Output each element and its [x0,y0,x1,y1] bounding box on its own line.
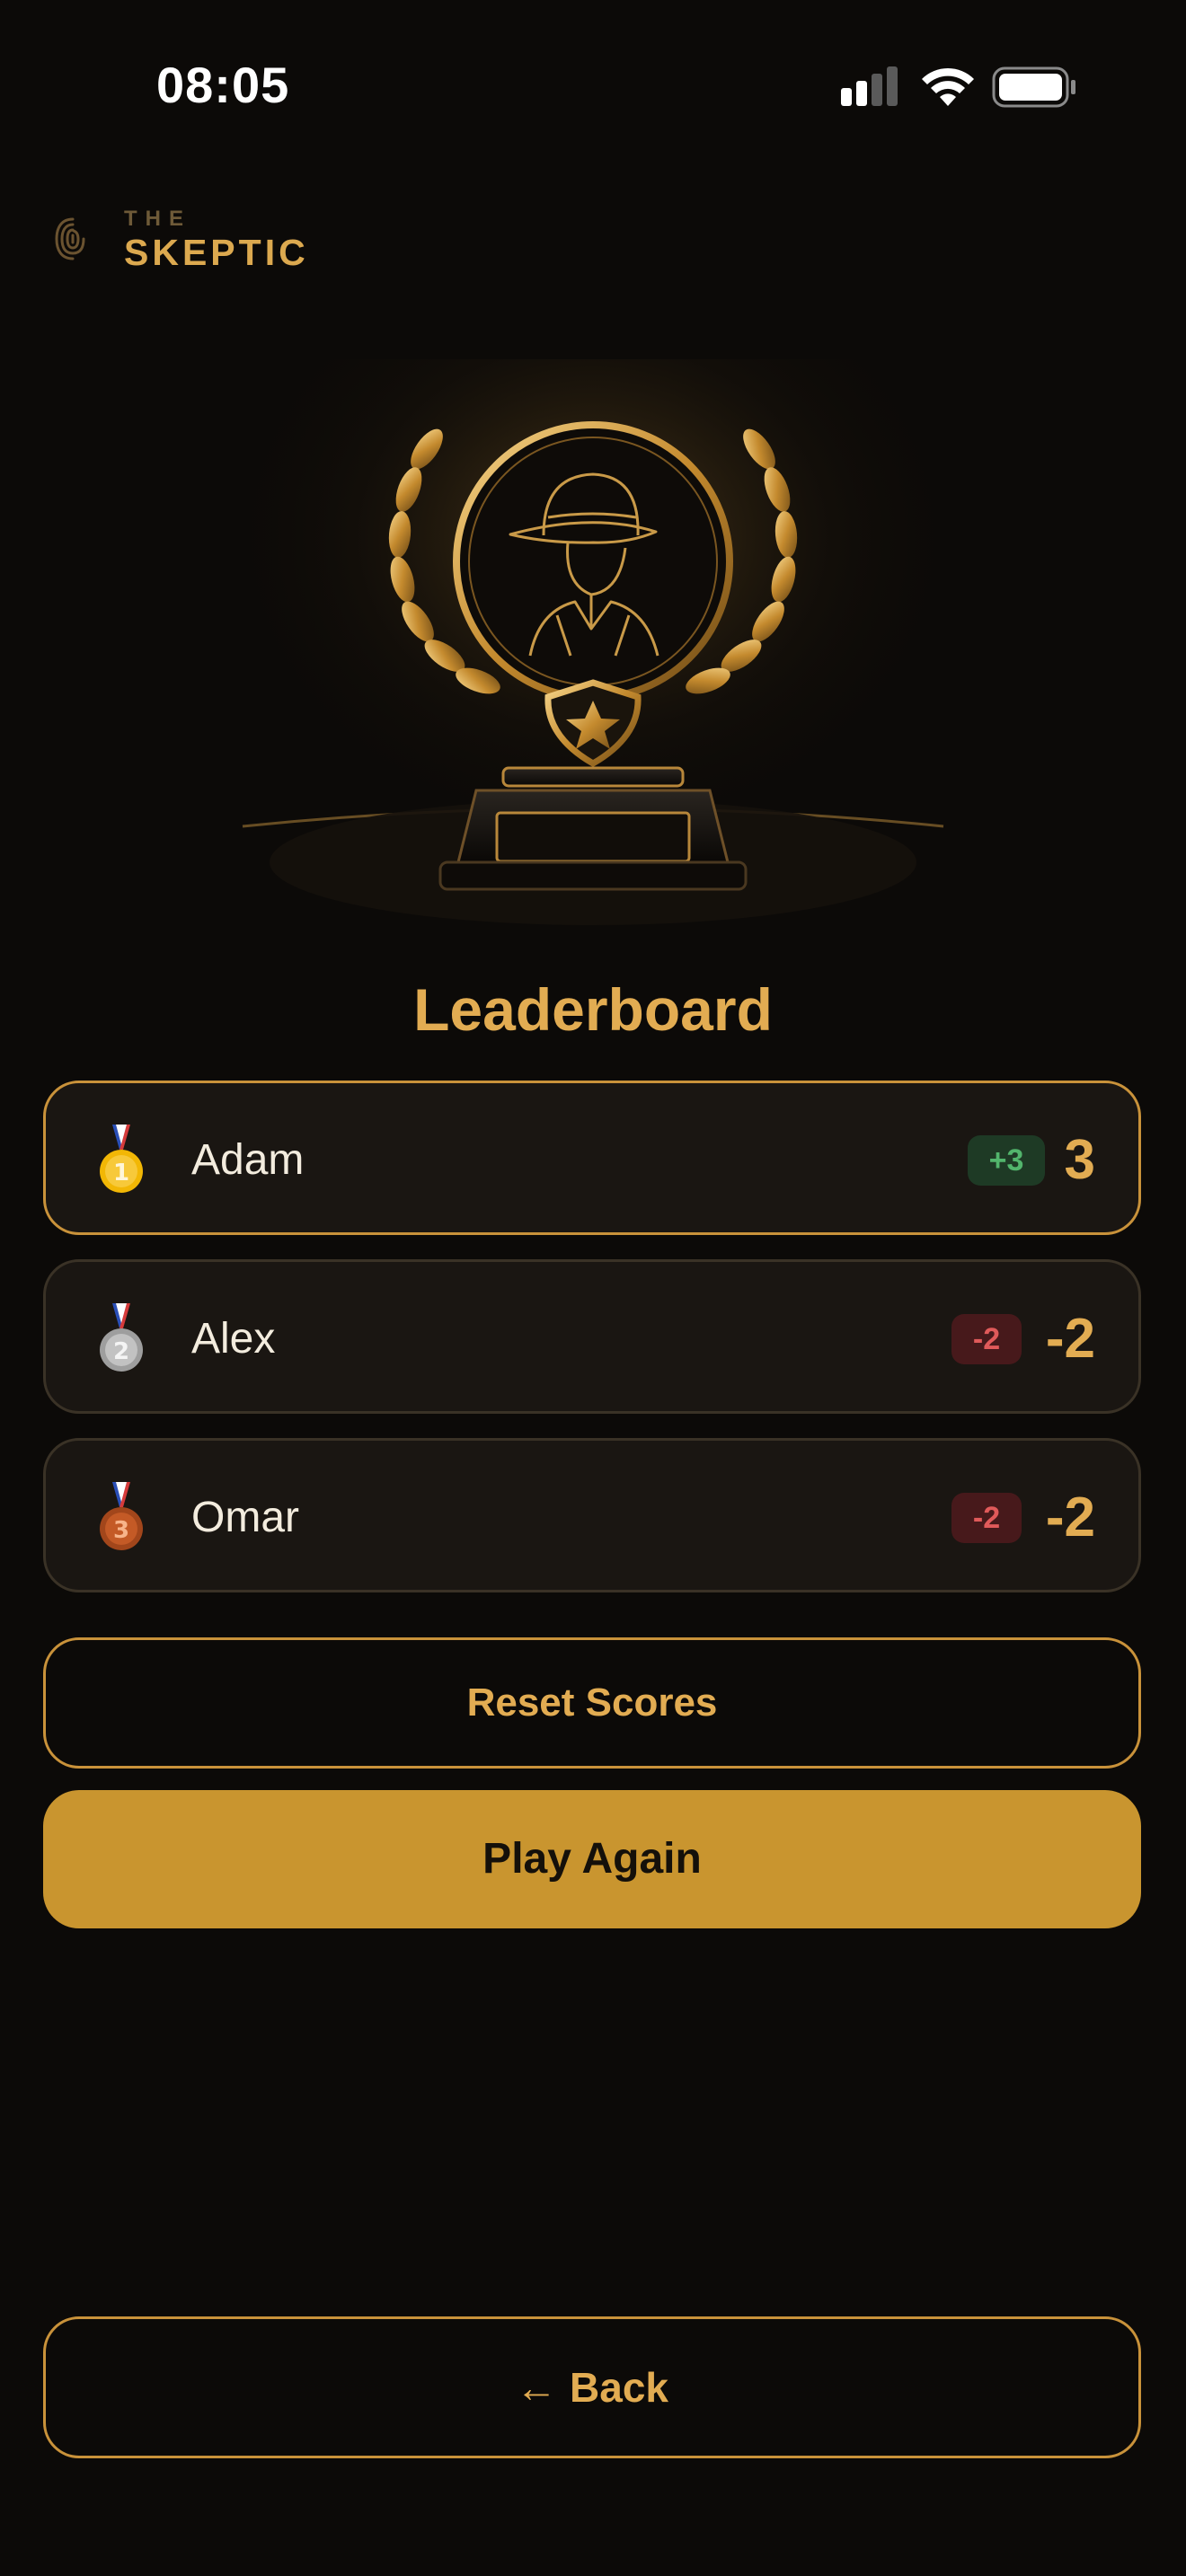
reset-scores-button[interactable]: Reset Scores [43,1637,1141,1769]
player-score: 3 [1064,1129,1095,1191]
leaderboard-row: 1 Adam +3 3 [43,1081,1141,1235]
bronze-medal-icon: 3 [100,1482,143,1550]
svg-text:3: 3 [113,1517,129,1544]
arrow-left-icon: ← [516,2364,558,2411]
page-title: Leaderboard [413,976,773,1043]
battery-icon [992,66,1075,108]
back-button-label: Back [570,2364,668,2411]
status-bar: 08:05 [0,0,1186,171]
play-again-button[interactable]: Play Again [43,1790,1141,1928]
silver-medal-icon: 2 [100,1303,143,1372]
player-score: -2 [1045,1486,1095,1548]
cellular-signal-icon [841,66,898,106]
score-change-badge: -2 [951,1493,1022,1543]
brand-name: SKEPTIC [124,232,309,273]
score-change-badge: +3 [968,1135,1045,1186]
score-change-badge: -2 [951,1314,1022,1364]
player-name: Omar [191,1494,299,1541]
back-button[interactable]: ← Back [43,2316,1141,2458]
leaderboard-row: 3 Omar -2 -2 [43,1438,1141,1592]
player-name: Alex [191,1315,276,1363]
brand-prefix: THE [124,207,191,231]
fingerprint-icon [55,217,85,260]
svg-text:1: 1 [113,1160,129,1187]
gold-medal-icon: 1 [100,1125,143,1193]
player-score: -2 [1045,1308,1095,1370]
wifi-icon [922,67,974,106]
svg-text:2: 2 [113,1338,129,1365]
leaderboard-row: 2 Alex -2 -2 [43,1259,1141,1414]
detective-trophy-illustration [234,359,952,952]
status-time: 08:05 [156,57,290,113]
player-name: Adam [191,1136,305,1184]
